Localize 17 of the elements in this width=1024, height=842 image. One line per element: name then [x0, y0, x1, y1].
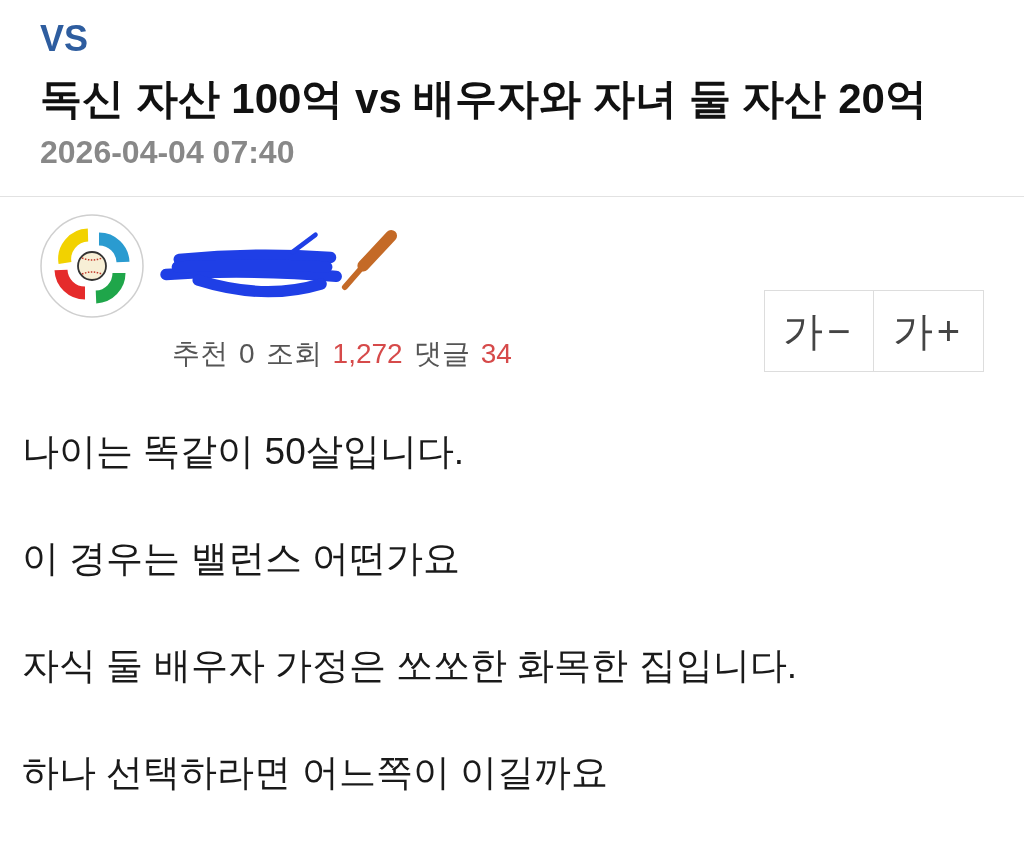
stat-label: 댓글: [413, 337, 470, 371]
body-paragraph: 자식 둘 배우자 가정은 쏘쏘한 화목한 집입니다.: [22, 644, 797, 688]
stat-value: 0: [239, 337, 255, 371]
stat-label: 조회: [265, 337, 322, 371]
font-size-button[interactable]: 가+: [874, 290, 984, 372]
category-label[interactable]: VS: [40, 16, 89, 62]
post-title: 독신 자산 100억 vs 배우자와 자녀 둘 자산 20억: [40, 74, 928, 124]
stat-label: 추천: [172, 337, 228, 371]
body-paragraph: 나이는 똑같이 50살입니다.: [22, 430, 464, 474]
stat-value: 34: [480, 337, 512, 371]
stat-value: 1,272: [332, 337, 403, 371]
avatar-emblem-icon[interactable]: [40, 214, 144, 318]
body-paragraph: 하나 선택하라면 어느쪽이 이길까요: [22, 751, 608, 795]
body-paragraph: 이 경우는 밸런스 어떤가요: [22, 537, 460, 581]
post-date: 2026-04-04 07:40: [40, 133, 295, 172]
baseball-bat-icon: [340, 229, 398, 291]
font-size-button[interactable]: 가−: [764, 290, 874, 372]
